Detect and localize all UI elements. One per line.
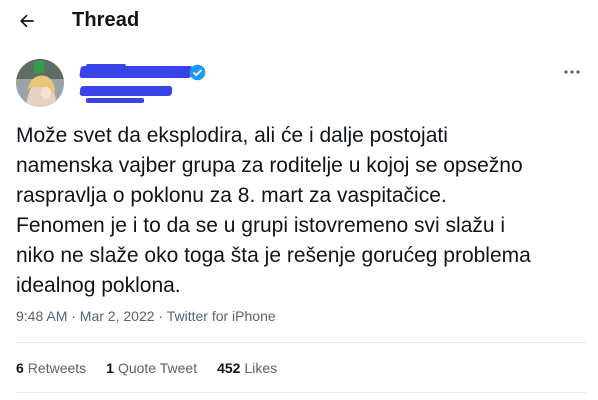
tweet-text-line: namenska vajber grupa za roditelje u koj… [16,154,523,177]
verified-badge-icon [189,64,206,81]
divider [16,392,586,393]
more-horizontal-icon [564,70,580,74]
tweet-text: Može svet da eksplodira, ali će i dalje … [16,121,586,301]
quote-tweets-count[interactable]: 1 Quote Tweet [106,360,197,376]
divider [16,342,586,343]
stat-label: Likes [244,360,278,376]
tweet-text-line: Fenomen je i to da se u grupi istovremen… [16,214,506,237]
redacted-display-name [79,66,193,78]
stat-count: 6 [16,360,24,376]
tweet-text-line: idealnog poklona. [16,274,181,297]
avatar-image [16,59,64,107]
avatar[interactable] [16,59,64,107]
likes-count[interactable]: 452 Likes [217,360,277,376]
tweet-text-line: Može svet da eksplodira, ali će i dalje … [16,124,448,147]
page-title: Thread [72,9,140,31]
tweet-stats: 6 Retweets 1 Quote Tweet 452 Likes [16,360,277,376]
arrow-left-icon [20,14,34,28]
stat-label: Retweets [27,360,87,376]
retweets-count[interactable]: 6 Retweets [16,360,86,376]
thread-header: Thread [0,0,598,42]
redacted-username [79,86,173,96]
tweet-text-line: niko ne slaže oko toga šta je rešenje go… [16,244,531,267]
tweet-timestamp[interactable]: 9:48 AM · Mar 2, 2022 · Twitter for iPho… [16,308,276,324]
redacted-username-mark [86,98,144,103]
stat-count: 452 [217,360,241,376]
more-options-button[interactable] [560,62,584,82]
tweet-text-line: raspravlja o poklonu za 8. mart za vaspi… [16,184,447,207]
stat-label: Quote Tweet [117,360,198,376]
back-button[interactable] [14,8,40,34]
stat-count: 1 [106,360,114,376]
